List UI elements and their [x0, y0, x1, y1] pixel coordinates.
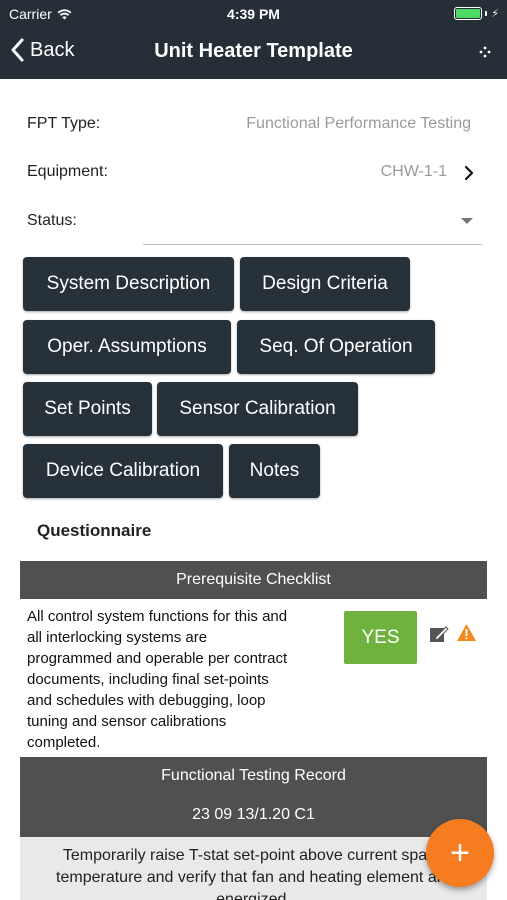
page-title: Unit Heater Template: [154, 40, 353, 62]
notes-button[interactable]: Notes: [229, 444, 320, 498]
charging-bolt-icon: ⚡: [491, 8, 499, 20]
equipment-value[interactable]: CHW-1-1: [381, 163, 447, 181]
dots-icon[interactable]: [475, 42, 495, 62]
set-points-button[interactable]: Set Points: [23, 382, 152, 436]
design-criteria-button[interactable]: Design Criteria: [240, 257, 410, 311]
status-dropdown[interactable]: [143, 205, 482, 245]
sensor-calibration-button[interactable]: Sensor Calibration: [157, 382, 358, 436]
edit-note-icon[interactable]: [429, 625, 449, 643]
questionnaire-heading: Questionnaire: [37, 521, 152, 540]
warning-icon: [457, 624, 476, 641]
battery-tip: [485, 11, 488, 16]
functional-testing-record-header: Functional Testing Record 23 09 13/1.20 …: [20, 757, 487, 837]
oper-assumptions-button[interactable]: Oper. Assumptions: [23, 320, 231, 374]
chevron-left-icon: [11, 38, 24, 62]
prerequisite-checklist-header: Prerequisite Checklist: [20, 561, 487, 599]
functional-testing-title: Functional Testing Record: [161, 767, 346, 784]
status-label: Status:: [27, 212, 77, 229]
dropdown-caret-icon: [461, 218, 473, 224]
battery-indicator: ⚡: [454, 7, 499, 20]
top-bar: Carrier 4:39 PM ⚡ Back Unit Heater Templ…: [0, 0, 507, 79]
seq-of-operation-button[interactable]: Seq. Of Operation: [237, 320, 435, 374]
fpt-type-value: Functional Performance Testing: [246, 115, 471, 132]
system-description-button[interactable]: System Description: [23, 257, 234, 311]
status-bar: Carrier 4:39 PM ⚡: [0, 0, 507, 28]
clock: 4:39 PM: [227, 6, 280, 22]
spec-reference-code: 23 09 13/1.20 C1: [192, 806, 315, 823]
battery-icon: [454, 7, 483, 20]
add-button[interactable]: +: [426, 819, 494, 887]
navigation-bar: Back Unit Heater Template: [0, 28, 507, 79]
chevron-right-icon[interactable]: [464, 165, 474, 181]
fpt-type-label: FPT Type:: [27, 115, 101, 132]
back-button[interactable]: Back: [10, 38, 74, 62]
yes-answer-button[interactable]: YES: [344, 611, 417, 664]
back-label: Back: [30, 38, 75, 61]
question-text: All control system functions for this an…: [27, 608, 288, 751]
device-calibration-button[interactable]: Device Calibration: [23, 444, 223, 498]
equipment-label: Equipment:: [27, 163, 108, 180]
test-step-text: Temporarily raise T-stat set-point above…: [20, 837, 487, 900]
battery-fill: [456, 9, 481, 18]
